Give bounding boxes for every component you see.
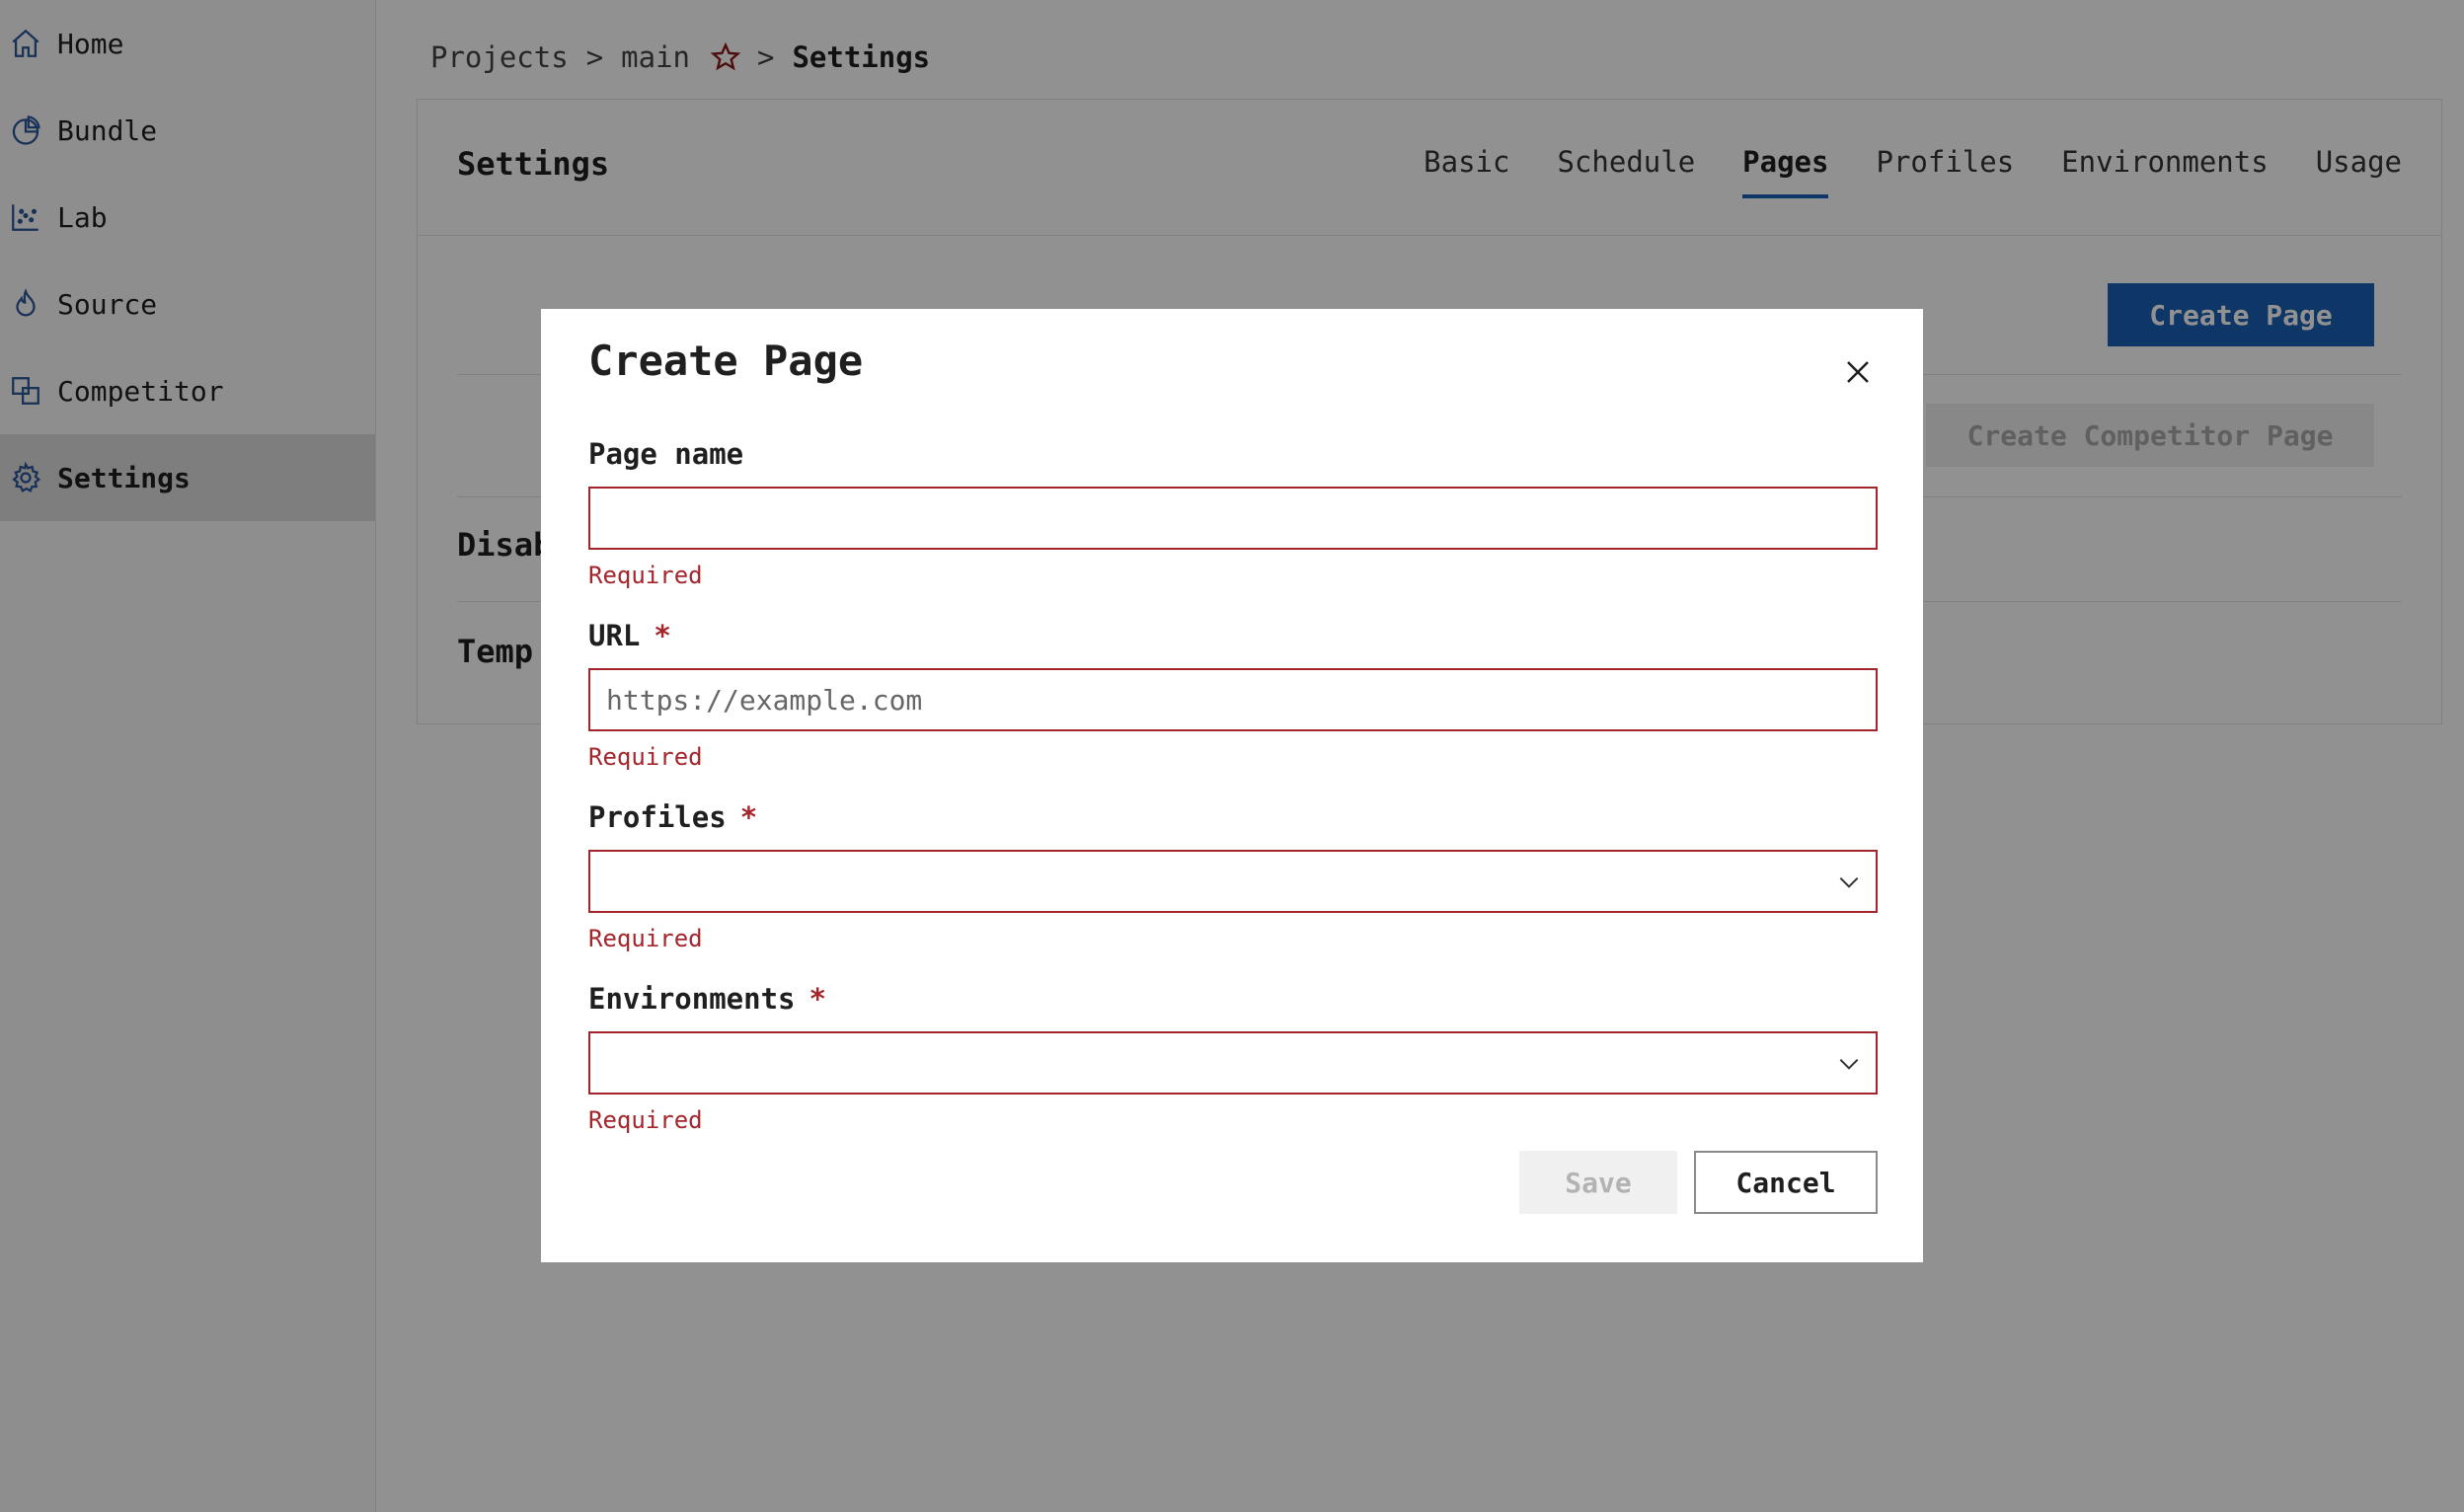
environments-error: Required <box>588 1106 703 1134</box>
close-icon[interactable] <box>1836 350 1880 394</box>
url-label-text: URL <box>588 619 641 652</box>
profiles-label-text: Profiles <box>588 800 727 834</box>
page-name-label: Page name <box>588 437 743 471</box>
profiles-select[interactable] <box>588 850 1878 913</box>
profiles-label: Profiles * <box>588 800 757 834</box>
environments-select[interactable] <box>588 1031 1878 1095</box>
cancel-button[interactable]: Cancel <box>1694 1151 1878 1214</box>
page-name-label-text: Page name <box>588 437 744 471</box>
environments-label: Environments * <box>588 982 826 1016</box>
url-error: Required <box>588 743 703 771</box>
page-name-input[interactable] <box>588 487 1878 550</box>
required-mark: * <box>654 619 671 652</box>
save-button[interactable]: Save <box>1519 1151 1677 1214</box>
chevron-down-icon <box>1839 1058 1859 1070</box>
page-name-error: Required <box>588 562 703 589</box>
url-label: URL * <box>588 619 671 652</box>
environments-label-text: Environments <box>588 982 796 1016</box>
required-mark: * <box>739 800 758 834</box>
url-input[interactable] <box>588 668 1878 731</box>
create-page-dialog: Create Page Page name Required URL * Requ… <box>541 309 1923 1262</box>
required-mark: * <box>808 982 826 1016</box>
profiles-error: Required <box>588 925 703 952</box>
dialog-title: Create Page <box>588 337 864 385</box>
chevron-down-icon <box>1839 876 1859 888</box>
